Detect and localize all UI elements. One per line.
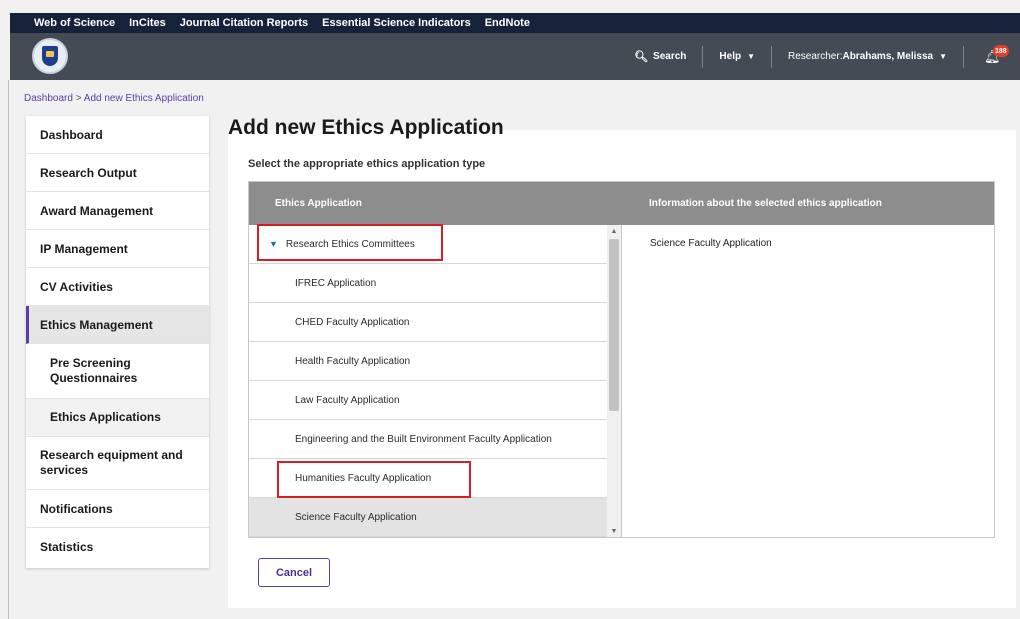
breadcrumb-separator: > (72, 93, 84, 104)
scroll-down-icon[interactable]: ▼ (607, 525, 621, 537)
sidebar-item-ethics-management[interactable]: Ethics Management (26, 306, 209, 344)
column-divider (621, 225, 622, 537)
product-link-incites[interactable]: InCites (129, 17, 166, 29)
list-item[interactable]: Humanities Faculty Application (249, 459, 607, 498)
researcher-menu[interactable]: Researcher: Abrahams, Melissa ▼ (788, 51, 947, 62)
product-link-esi[interactable]: Essential Science Indicators (322, 17, 471, 29)
chevron-down-icon: ▼ (939, 52, 947, 61)
app-header: 🔍︎ Search Help ▼ Researcher: Abrahams, M… (10, 33, 1020, 80)
researcher-prefix: Researcher: (788, 51, 843, 62)
product-link-endnote[interactable]: EndNote (485, 17, 530, 29)
scroll-up-icon[interactable]: ▲ (607, 225, 621, 237)
crest-icon (42, 46, 58, 66)
sidebar-item-award-management[interactable]: Award Management (26, 192, 209, 230)
breadcrumb-dashboard-link[interactable]: Dashboard (24, 93, 73, 104)
sidebar-item-research-equipment[interactable]: Research equipment and services (26, 437, 209, 490)
table-header: Ethics Application Information about the… (249, 182, 994, 225)
chevron-down-icon: ▼ (747, 52, 755, 61)
search-label: Search (653, 51, 687, 62)
help-label: Help (719, 51, 742, 62)
page-title: Add new Ethics Application (228, 116, 504, 139)
sidebar-item-dashboard[interactable]: Dashboard (26, 116, 209, 154)
product-link-web-of-science[interactable]: Web of Science (34, 17, 115, 29)
ethics-application-table: Ethics Application Information about the… (248, 181, 995, 538)
group-row-research-ethics-committees[interactable]: ▼ Research Ethics Committees (249, 225, 607, 264)
section-subtitle: Select the appropriate ethics applicatio… (248, 158, 486, 170)
sidebar-item-research-output[interactable]: Research Output (26, 154, 209, 192)
column-header-information: Information about the selected ethics ap… (649, 198, 882, 209)
application-list: ▼ Research Ethics Committees IFREC Appli… (249, 225, 621, 537)
list-item[interactable]: CHED Faculty Application (249, 303, 607, 342)
sidebar-item-cv-activities[interactable]: CV Activities (26, 268, 209, 306)
header-separator (963, 45, 964, 68)
sidebar-nav: Dashboard Research Output Award Manageme… (26, 116, 209, 568)
list-item[interactable]: Engineering and the Built Environment Fa… (249, 420, 607, 459)
sidebar-subitem-ethics-applications[interactable]: Ethics Applications (26, 399, 209, 437)
scrollbar-thumb[interactable] (609, 239, 619, 411)
product-bar: Web of Science InCites Journal Citation … (10, 13, 1020, 33)
search-icon: 🔍︎ (634, 51, 649, 63)
breadcrumb-current: Add new Ethics Application (83, 93, 204, 104)
group-label: Research Ethics Committees (285, 238, 415, 250)
notification-badge: 188 (993, 45, 1009, 57)
header-separator (771, 45, 772, 68)
cancel-button[interactable]: Cancel (258, 558, 330, 587)
sidebar-item-statistics[interactable]: Statistics (26, 528, 209, 566)
header-actions: 🔍︎ Search Help ▼ Researcher: Abrahams, M… (634, 33, 1020, 80)
list-item[interactable]: Law Faculty Application (249, 381, 607, 420)
sidebar-item-notifications[interactable]: Notifications (26, 490, 209, 528)
list-item-selected[interactable]: Science Faculty Application (249, 498, 607, 537)
search-button[interactable]: 🔍︎ Search (634, 50, 686, 63)
column-header-application: Ethics Application (275, 198, 362, 209)
page-edge-line (8, 80, 9, 619)
list-item[interactable]: IFREC Application (249, 264, 607, 303)
header-separator (702, 45, 704, 68)
help-menu[interactable]: Help ▼ (719, 51, 755, 62)
researcher-name: Abrahams, Melissa (842, 51, 934, 62)
list-scrollbar[interactable]: ▲ ▼ (607, 225, 621, 537)
selected-application-info: Science Faculty Application (650, 238, 772, 249)
sidebar-item-ip-management[interactable]: IP Management (26, 230, 209, 268)
triangle-down-icon: ▼ (269, 239, 278, 249)
sidebar-subitem-pre-screening[interactable]: Pre Screening Questionnaires (26, 344, 209, 399)
list-item[interactable]: Health Faculty Application (249, 342, 607, 381)
product-link-jcr[interactable]: Journal Citation Reports (180, 17, 308, 29)
notifications-button[interactable]: 🔔︎ 188 (980, 33, 1020, 80)
university-logo[interactable] (32, 38, 68, 74)
breadcrumb: Dashboard > Add new Ethics Application (24, 93, 204, 104)
